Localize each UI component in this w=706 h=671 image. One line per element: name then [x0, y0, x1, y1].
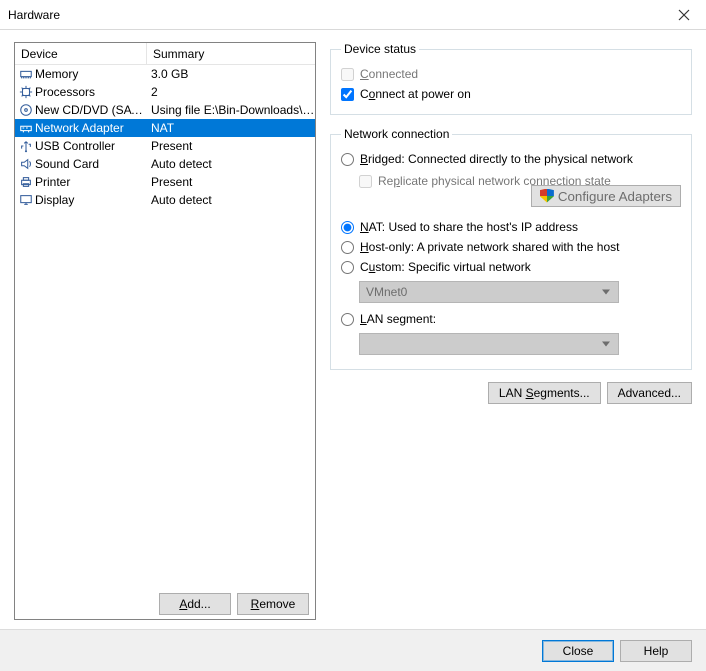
- device-status-group: Device status Connected Connect at power…: [330, 42, 692, 115]
- hw-device: Printer: [33, 175, 147, 189]
- sound-icon: [15, 156, 33, 172]
- hw-summary: Auto detect: [147, 193, 315, 207]
- bridged-label: Bridged: Connected directly to the physi…: [360, 152, 633, 166]
- hardware-buttons: Add... Remove: [15, 593, 315, 615]
- hostonly-radio-row[interactable]: Host-only: A private network shared with…: [341, 237, 681, 257]
- hw-summary: Using file E:\Bin-Downloads\i...: [147, 103, 315, 117]
- hardware-panel: Device Summary Memory3.0 GBProcessors2Ne…: [14, 42, 316, 620]
- cpu-icon: [15, 84, 33, 100]
- hw-row-sound[interactable]: Sound CardAuto detect: [15, 155, 315, 173]
- hw-row-net[interactable]: Network AdapterNAT: [15, 119, 315, 137]
- lanseg-radio[interactable]: [341, 313, 354, 326]
- hw-device: New CD/DVD (SATA): [33, 103, 147, 117]
- custom-network-select: VMnet0: [359, 281, 619, 303]
- custom-radio-row[interactable]: Custom: Specific virtual network: [341, 257, 681, 277]
- hw-row-printer[interactable]: PrinterPresent: [15, 173, 315, 191]
- bridged-radio-row[interactable]: Bridged: Connected directly to the physi…: [341, 149, 681, 169]
- memory-icon: [15, 66, 33, 82]
- hw-device: Processors: [33, 85, 147, 99]
- device-status-legend: Device status: [341, 42, 419, 56]
- netconn-buttons: LAN Segments... Advanced...: [330, 382, 692, 404]
- remove-button[interactable]: Remove: [237, 593, 309, 615]
- hw-summary: 2: [147, 85, 315, 99]
- advanced-button[interactable]: Advanced...: [607, 382, 692, 404]
- usb-icon: [15, 138, 33, 154]
- hw-summary: Present: [147, 175, 315, 189]
- custom-radio[interactable]: [341, 261, 354, 274]
- hw-device: Network Adapter: [33, 121, 147, 135]
- nat-radio-row[interactable]: NAT: Used to share the host's IP address: [341, 217, 681, 237]
- custom-label: Custom: Specific virtual network: [360, 260, 531, 274]
- configure-adapters-label: Configure Adapters: [558, 189, 672, 204]
- hostonly-radio[interactable]: [341, 241, 354, 254]
- nat-label: NAT: Used to share the host's IP address: [360, 220, 578, 234]
- add-button[interactable]: Add...: [159, 593, 231, 615]
- window-title: Hardware: [8, 8, 662, 22]
- help-button[interactable]: Help: [620, 640, 692, 662]
- settings-panel: Device status Connected Connect at power…: [330, 42, 692, 620]
- titlebar: Hardware: [0, 0, 706, 30]
- col-header-device[interactable]: Device: [15, 43, 147, 64]
- hw-summary: NAT: [147, 121, 315, 135]
- lanseg-select: [359, 333, 619, 355]
- network-connection-legend: Network connection: [341, 127, 452, 141]
- bridged-radio[interactable]: [341, 153, 354, 166]
- net-icon: [15, 120, 33, 136]
- hardware-list-header: Device Summary: [15, 43, 315, 65]
- window-close-button[interactable]: [662, 0, 706, 29]
- close-button[interactable]: Close: [542, 640, 614, 662]
- col-header-summary[interactable]: Summary: [147, 47, 315, 61]
- custom-network-value: VMnet0: [366, 285, 407, 299]
- nat-radio[interactable]: [341, 221, 354, 234]
- network-connection-group: Network connection Bridged: Connected di…: [330, 127, 692, 370]
- dialog-body: Device Summary Memory3.0 GBProcessors2Ne…: [0, 30, 706, 629]
- display-icon: [15, 192, 33, 208]
- connected-checkbox: [341, 68, 354, 81]
- shield-icon: [540, 189, 554, 203]
- poweron-label: Connect at power on: [360, 87, 471, 101]
- hw-row-usb[interactable]: USB ControllerPresent: [15, 137, 315, 155]
- hw-device: USB Controller: [33, 139, 147, 153]
- lanseg-label: LAN segment:: [360, 312, 436, 326]
- lan-segments-button[interactable]: LAN Segments...: [488, 382, 601, 404]
- hw-row-memory[interactable]: Memory3.0 GB: [15, 65, 315, 83]
- hw-summary: Auto detect: [147, 157, 315, 171]
- hw-device: Display: [33, 193, 147, 207]
- hardware-list[interactable]: Device Summary Memory3.0 GBProcessors2Ne…: [15, 43, 315, 589]
- replicate-checkbox: [359, 175, 372, 188]
- hw-summary: 3.0 GB: [147, 67, 315, 81]
- close-icon: [676, 7, 692, 23]
- connected-label: Connected: [360, 67, 418, 81]
- hw-device: Sound Card: [33, 157, 147, 171]
- hostonly-label: Host-only: A private network shared with…: [360, 240, 619, 254]
- lanseg-radio-row[interactable]: LAN segment:: [341, 309, 681, 329]
- dialog-footer: Close Help: [0, 629, 706, 671]
- printer-icon: [15, 174, 33, 190]
- hw-device: Memory: [33, 67, 147, 81]
- cd-icon: [15, 102, 33, 118]
- poweron-checkbox[interactable]: [341, 88, 354, 101]
- poweron-checkbox-row[interactable]: Connect at power on: [341, 84, 681, 104]
- hw-summary: Present: [147, 139, 315, 153]
- hw-row-display[interactable]: DisplayAuto detect: [15, 191, 315, 209]
- hw-row-cpu[interactable]: Processors2: [15, 83, 315, 101]
- configure-adapters-button: Configure Adapters: [531, 185, 681, 207]
- hw-row-cd[interactable]: New CD/DVD (SATA)Using file E:\Bin-Downl…: [15, 101, 315, 119]
- connected-checkbox-row: Connected: [341, 64, 681, 84]
